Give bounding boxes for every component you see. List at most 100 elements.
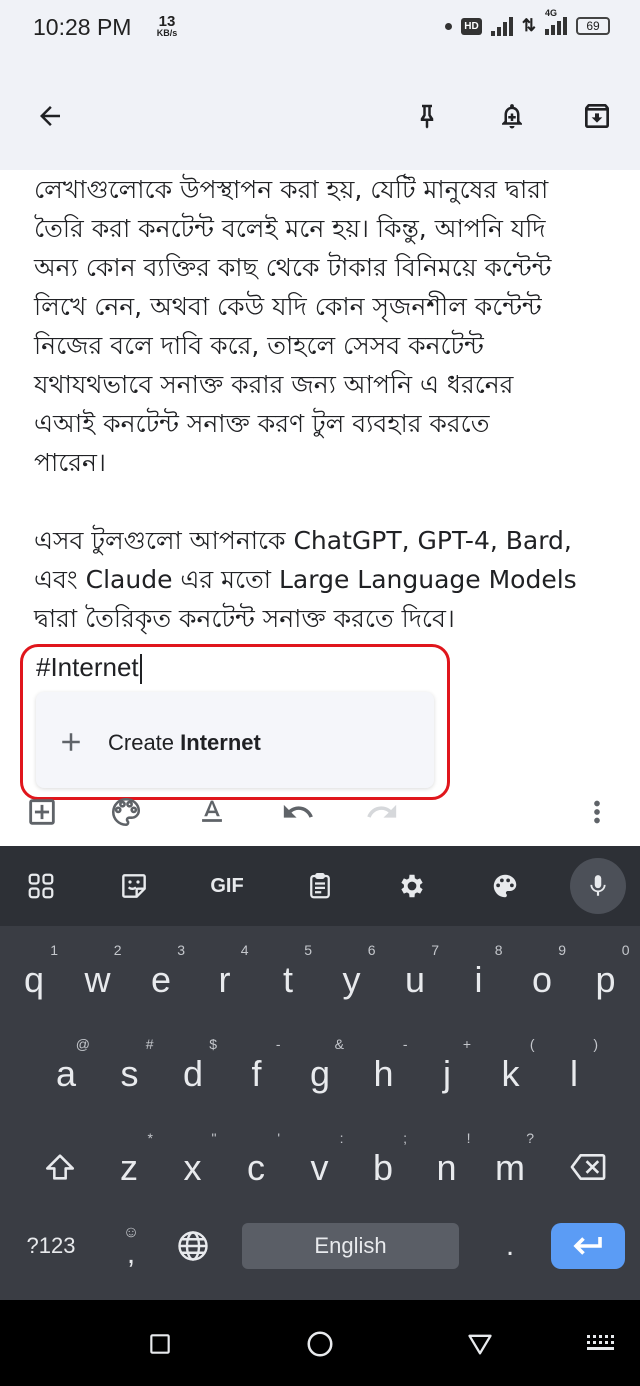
key-w[interactable]: 2w bbox=[70, 942, 126, 1012]
network-speed-unit: KB/s bbox=[156, 28, 178, 38]
keyboard-switch-icon[interactable] bbox=[578, 1322, 622, 1366]
key-s[interactable]: # s bbox=[102, 1036, 158, 1106]
redo-icon[interactable] bbox=[362, 790, 402, 834]
key-hint: ' bbox=[277, 1130, 280, 1146]
palette-icon[interactable] bbox=[106, 790, 146, 834]
key-m[interactable]: ? m bbox=[482, 1130, 538, 1200]
add-box-icon[interactable] bbox=[22, 790, 62, 834]
key-y[interactable]: 6y bbox=[324, 942, 380, 1012]
shift-icon[interactable] bbox=[28, 1134, 92, 1200]
period-key[interactable]: . bbox=[490, 1221, 530, 1271]
create-label-suggestion[interactable]: Create Internet bbox=[36, 692, 434, 788]
back-triangle-icon[interactable] bbox=[458, 1322, 502, 1366]
hd-badge: HD bbox=[461, 17, 482, 35]
keyboard-toolbar: GIF bbox=[0, 846, 640, 926]
key-b[interactable]: ; b bbox=[355, 1130, 411, 1200]
key-hint: : bbox=[339, 1130, 344, 1146]
key-label: t bbox=[282, 959, 293, 1000]
key-f[interactable]: -f bbox=[229, 1036, 285, 1106]
back-arrow-icon[interactable] bbox=[30, 96, 70, 136]
battery-icon: 69 bbox=[576, 17, 610, 35]
note-body[interactable]: লেখাগুলোকে উপস্থাপন করা হয়, যেটি মানুষে… bbox=[34, 170, 634, 638]
key-l[interactable]: ) l bbox=[546, 1036, 602, 1106]
key-hint: - bbox=[275, 1036, 281, 1052]
key-label: n bbox=[436, 1147, 457, 1188]
notification-dot-icon bbox=[445, 22, 453, 30]
clock: 10:28 PM bbox=[33, 14, 132, 40]
key-j[interactable]: + j bbox=[419, 1036, 475, 1106]
key-hint: @ bbox=[75, 1036, 90, 1052]
key-r[interactable]: 4r bbox=[197, 942, 253, 1012]
text-format-icon[interactable] bbox=[192, 790, 232, 834]
home-circle-icon[interactable] bbox=[298, 1322, 342, 1366]
key-n[interactable]: ! n bbox=[419, 1130, 475, 1200]
bell-plus-icon[interactable] bbox=[492, 96, 532, 136]
key-p[interactable]: 0p bbox=[578, 942, 634, 1012]
key-v[interactable]: :v bbox=[292, 1130, 348, 1200]
key-label: p bbox=[595, 959, 616, 1000]
typed-hashtag: #Internet bbox=[36, 652, 139, 682]
key-e[interactable]: 3e bbox=[133, 942, 189, 1012]
key-a[interactable]: @ a bbox=[38, 1036, 94, 1106]
theme-palette-icon[interactable] bbox=[482, 864, 528, 908]
key-k[interactable]: (k bbox=[483, 1036, 539, 1106]
clipboard-icon[interactable] bbox=[297, 864, 343, 908]
key-hint: $ bbox=[209, 1036, 217, 1052]
key-g[interactable]: & g bbox=[292, 1036, 348, 1106]
key-h[interactable]: -h bbox=[356, 1036, 412, 1106]
pin-icon[interactable] bbox=[407, 96, 447, 136]
key-u[interactable]: 7u bbox=[387, 942, 443, 1012]
key-label: f bbox=[251, 1053, 262, 1094]
key-label: j bbox=[443, 1053, 451, 1094]
sticker-icon[interactable] bbox=[111, 864, 157, 908]
key-label: k bbox=[501, 1053, 520, 1094]
enter-icon[interactable] bbox=[551, 1223, 625, 1269]
undo-icon[interactable] bbox=[278, 790, 318, 834]
mic-icon[interactable] bbox=[570, 858, 626, 914]
emoji-comma-key[interactable]: ☺ , bbox=[108, 1212, 154, 1278]
key-label: z bbox=[120, 1147, 138, 1188]
symbols-key[interactable]: ?123 bbox=[12, 1221, 90, 1271]
settings-gear-icon[interactable] bbox=[389, 864, 435, 908]
key-x[interactable]: " x bbox=[165, 1130, 221, 1200]
key-z[interactable]: * z bbox=[101, 1130, 157, 1200]
create-prefix: Create bbox=[108, 730, 181, 755]
key-label: o bbox=[531, 959, 553, 1000]
key-hint: 1 bbox=[50, 942, 58, 958]
system-nav-bar bbox=[0, 1300, 640, 1386]
key-t[interactable]: 5t bbox=[260, 942, 316, 1012]
key-i[interactable]: 8i bbox=[451, 942, 507, 1012]
key-label: v bbox=[310, 1147, 329, 1188]
key-hint: # bbox=[145, 1036, 154, 1052]
key-hint: 5 bbox=[304, 942, 312, 958]
key-d[interactable]: $ d bbox=[165, 1036, 221, 1106]
create-label-text: Create Internet bbox=[108, 730, 261, 756]
note-paragraph: এসব টুলগুলো আপনাকে ChatGPT, GPT-4, Bard,… bbox=[34, 526, 577, 633]
key-hint: 2 bbox=[113, 942, 122, 958]
key-hint: 9 bbox=[558, 942, 566, 958]
key-label: a bbox=[55, 1053, 77, 1094]
key-hint: - bbox=[402, 1036, 408, 1052]
backspace-icon[interactable] bbox=[556, 1134, 620, 1200]
key-c[interactable]: ' c bbox=[228, 1130, 284, 1200]
signal-4g-icon: 4G bbox=[545, 8, 567, 35]
network-speed-value: 13 bbox=[158, 13, 176, 30]
globe-language-icon[interactable] bbox=[168, 1221, 218, 1271]
space-bar[interactable]: English bbox=[242, 1223, 459, 1269]
hashtag-input[interactable]: #Internet bbox=[36, 652, 142, 685]
more-vert-icon[interactable] bbox=[577, 790, 617, 834]
gif-button[interactable]: GIF bbox=[204, 864, 250, 908]
key-hint: & bbox=[334, 1036, 344, 1052]
key-hint: 4 bbox=[240, 942, 249, 958]
key-label: g bbox=[309, 1053, 331, 1094]
key-o[interactable]: 9o bbox=[514, 942, 570, 1012]
key-label: h bbox=[373, 1053, 394, 1094]
key-label: r bbox=[218, 959, 231, 1000]
key-label: b bbox=[372, 1147, 394, 1188]
archive-icon[interactable] bbox=[577, 96, 617, 136]
key-q[interactable]: 1q bbox=[6, 942, 62, 1012]
text-cursor bbox=[139, 654, 142, 685]
recents-square-icon[interactable] bbox=[138, 1322, 182, 1366]
apps-grid-icon[interactable] bbox=[18, 864, 64, 908]
key-label: s bbox=[120, 1053, 139, 1094]
